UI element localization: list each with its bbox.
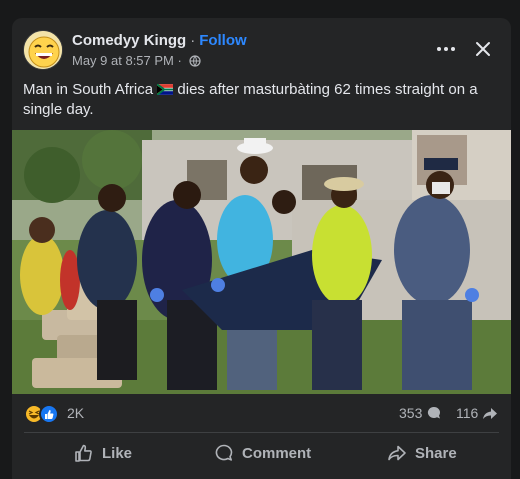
south-africa-flag-icon: [157, 84, 174, 95]
like-reaction-icon: [39, 404, 59, 424]
post-card: Comedyy Kingg · Follow May 9 at 8:57 PM · …: [12, 18, 511, 479]
shares-count-value: 116: [456, 405, 479, 421]
news-photo: [12, 130, 511, 394]
post-timestamp[interactable]: May 9 at 8:57 PM ·: [72, 53, 182, 68]
share-label: Share: [415, 444, 457, 462]
separator-dot: ·: [190, 32, 196, 49]
comment-button[interactable]: Comment: [214, 436, 311, 470]
close-button[interactable]: [469, 35, 497, 63]
like-label: Like: [102, 444, 133, 462]
globe-icon: [189, 55, 202, 67]
previous-post-edge: [0, 0, 520, 10]
share-button[interactable]: Share: [387, 436, 457, 470]
author-line: Comedyy Kingg · Follow: [72, 32, 247, 49]
post-meta: May 9 at 8:57 PM ·: [72, 53, 202, 68]
comments-count[interactable]: 353: [399, 405, 442, 421]
follow-button[interactable]: Follow: [199, 32, 247, 49]
laughing-face-avatar-icon: [24, 31, 62, 69]
post-stats: 2K 353 116: [12, 400, 511, 428]
comment-bubble-icon: [428, 406, 441, 419]
post-caption: Man in South Africa dies after masturbàt…: [23, 80, 503, 120]
reaction-icons[interactable]: [24, 403, 64, 425]
reactions-count[interactable]: 2K: [67, 405, 84, 421]
comments-count-value: 353: [399, 405, 423, 421]
more-options-button[interactable]: [432, 35, 460, 63]
author-name[interactable]: Comedyy Kingg: [72, 32, 186, 49]
close-icon: [476, 42, 490, 56]
caption-text-start: Man in South Africa: [23, 81, 158, 98]
post-actions: Like Comment Share: [12, 436, 511, 470]
shares-count[interactable]: 116: [456, 405, 498, 421]
share-icon: [388, 445, 406, 461]
like-button[interactable]: Like: [74, 436, 132, 470]
post-photo[interactable]: [12, 130, 511, 394]
more-horizontal-icon: [437, 47, 455, 51]
share-arrow-icon: [483, 408, 498, 419]
post-header: Comedyy Kingg · Follow May 9 at 8:57 PM ·: [12, 18, 511, 78]
divider: [24, 432, 499, 433]
comment-icon: [215, 444, 233, 461]
avatar[interactable]: [23, 30, 63, 70]
thumbs-up-icon: [75, 444, 92, 462]
comment-label: Comment: [242, 444, 312, 462]
